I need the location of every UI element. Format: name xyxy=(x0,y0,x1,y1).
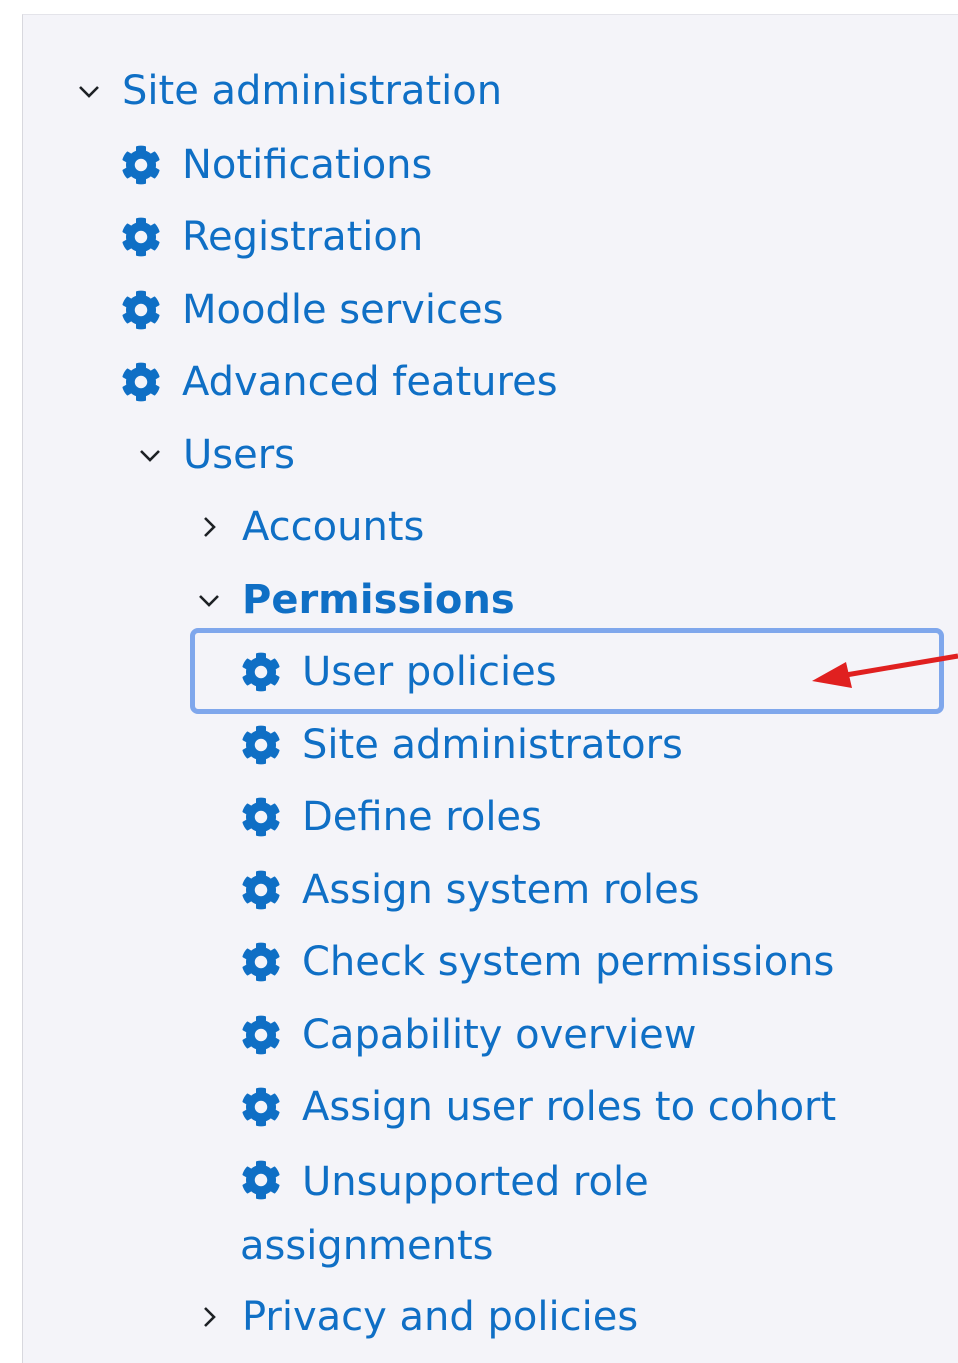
nav-notifications[interactable]: Notifications xyxy=(120,137,432,193)
nav-check-system-permissions[interactable]: Check system permissions xyxy=(240,934,834,990)
nav-permissions[interactable]: Permissions xyxy=(192,572,515,628)
chevron-right-icon[interactable] xyxy=(192,510,226,544)
nav-users[interactable]: Users xyxy=(133,427,295,483)
chevron-down-icon[interactable] xyxy=(72,74,106,108)
nav-registration[interactable]: Registration xyxy=(120,209,423,265)
nav-accounts[interactable]: Accounts xyxy=(192,499,424,555)
gear-icon xyxy=(120,216,162,258)
annotation-arrow-icon xyxy=(812,653,958,688)
gear-icon xyxy=(240,1159,282,1201)
nav-label: Privacy and policies xyxy=(242,1294,639,1340)
nav-label: Registration xyxy=(182,214,424,260)
chevron-down-icon[interactable] xyxy=(192,583,226,617)
nav-label: Unsupported role assignments xyxy=(240,1159,649,1269)
nav-label: Site administrators xyxy=(302,722,683,768)
nav-label: Capability overview xyxy=(302,1012,697,1058)
gear-icon xyxy=(120,144,162,186)
nav-site-administrators[interactable]: Site administrators xyxy=(240,717,683,773)
gear-icon xyxy=(120,289,162,331)
nav-label: Site administration xyxy=(122,68,503,114)
nav-assign-system-roles[interactable]: Assign system roles xyxy=(240,862,700,918)
gear-icon xyxy=(120,361,162,403)
chevron-right-icon[interactable] xyxy=(192,1300,226,1334)
gear-icon xyxy=(240,869,282,911)
nav-label: Moodle services xyxy=(182,287,504,333)
nav-label: Users xyxy=(183,432,296,478)
nav-capability-overview[interactable]: Capability overview xyxy=(240,1007,696,1063)
nav-label: Check system permissions xyxy=(302,939,835,985)
chevron-down-icon[interactable] xyxy=(133,438,167,472)
nav-label: Assign system roles xyxy=(302,867,700,913)
nav-label: Permissions xyxy=(242,577,515,623)
nav-label: Accounts xyxy=(242,504,425,550)
gear-icon xyxy=(240,724,282,766)
nav-moodle-services[interactable]: Moodle services xyxy=(120,282,503,338)
nav-assign-user-roles-to-cohort[interactable]: Assign user roles to cohort xyxy=(240,1079,836,1135)
nav-label: Notifications xyxy=(182,142,433,188)
nav-unsupported-role-assignments[interactable]: Unsupported role assignments xyxy=(240,1150,710,1278)
gear-icon xyxy=(240,796,282,838)
nav-advanced-features[interactable]: Advanced features xyxy=(120,354,558,410)
nav-site-administration[interactable]: Site administration xyxy=(72,63,502,119)
nav-label: Assign user roles to cohort xyxy=(302,1084,837,1130)
nav-define-roles[interactable]: Define roles xyxy=(240,789,542,845)
gear-icon xyxy=(240,1014,282,1056)
nav-label: Advanced features xyxy=(182,359,558,405)
nav-privacy-and-policies[interactable]: Privacy and policies xyxy=(192,1289,638,1345)
gear-icon xyxy=(240,1086,282,1128)
gear-icon xyxy=(240,941,282,983)
nav-label: Define roles xyxy=(302,794,542,840)
